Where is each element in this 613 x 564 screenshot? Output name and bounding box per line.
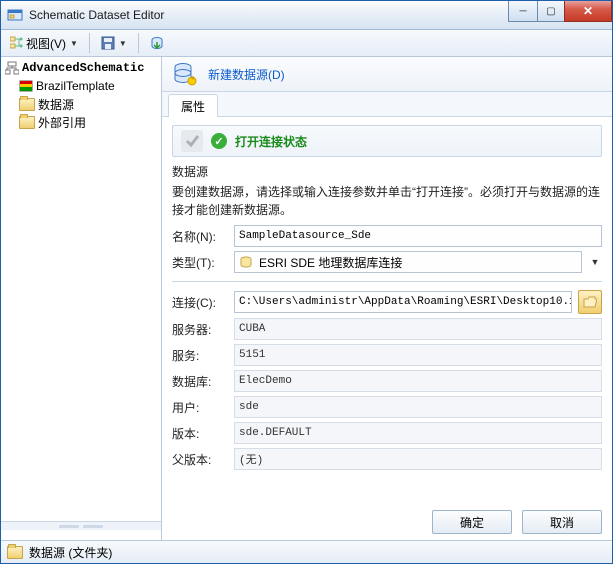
properties-panel: ✓ 打开连接状态 数据源 要创建数据源，请选择或输入连接参数并单击“打开连接”。…	[162, 117, 612, 540]
folder-icon	[19, 98, 35, 111]
sde-icon	[239, 255, 253, 269]
tree-item-template[interactable]: BrazilTemplate	[1, 77, 161, 95]
row-user: 用户: sde	[172, 396, 602, 418]
checkmark-bg	[181, 130, 203, 152]
folder-icon	[19, 116, 35, 129]
view-menu-label: 视图(V)	[26, 35, 66, 52]
status-text: 打开连接状态	[235, 133, 307, 150]
tree-root-label: AdvancedSchematic	[22, 61, 144, 75]
folder-icon	[7, 546, 23, 559]
row-name: 名称(N): SampleDatasource_Sde	[172, 225, 602, 247]
tree-item-label: 外部引用	[38, 114, 86, 131]
title-bar: Schematic Dataset Editor ─ ▢ ✕	[1, 1, 612, 30]
row-version: 版本: sde.DEFAULT	[172, 422, 602, 444]
label-service: 服务:	[172, 347, 228, 364]
description: 数据源 要创建数据源，请选择或输入连接参数并单击“打开连接”。必须打开与数据源的…	[172, 163, 602, 219]
app-window: Schematic Dataset Editor ─ ▢ ✕ 视图(V) ▼ ▼…	[0, 0, 613, 564]
value-parent: (无)	[234, 448, 602, 470]
label-type: 类型(T):	[172, 254, 228, 271]
label-server: 服务器:	[172, 321, 228, 338]
label-conn: 连接(C):	[172, 294, 228, 311]
minimize-button[interactable]: ─	[508, 1, 538, 22]
row-parent: 父版本: (无)	[172, 448, 602, 470]
close-button[interactable]: ✕	[564, 1, 612, 22]
folder-open-icon	[583, 296, 597, 308]
window-controls: ─ ▢ ✕	[509, 1, 612, 21]
save-button[interactable]: ▼	[96, 31, 132, 55]
value-db: ElecDemo	[234, 370, 602, 392]
value-server: CUBA	[234, 318, 602, 340]
schematic-icon	[5, 61, 19, 75]
tree-panel: AdvancedSchematic BrazilTemplate 数据源 外部引…	[1, 57, 162, 540]
browse-button[interactable]	[578, 290, 602, 314]
new-datasource-link[interactable]: 新建数据源(D)	[208, 66, 285, 83]
cancel-button[interactable]: 取消	[522, 510, 602, 534]
value-version: sde.DEFAULT	[234, 422, 602, 444]
chevron-down-icon: ▼	[119, 39, 127, 48]
main-panel: 新建数据源(D) 属性 ✓ 打开连接状态 数据源 要创建数据源，请选择或输入连接…	[162, 57, 612, 540]
connection-status: ✓ 打开连接状态	[172, 125, 602, 157]
tab-properties[interactable]: 属性	[168, 94, 218, 117]
statusbar-text: 数据源 (文件夹)	[29, 544, 112, 561]
label-name: 名称(N):	[172, 228, 228, 245]
splitter-handle[interactable]	[1, 521, 161, 530]
row-server: 服务器: CUBA	[172, 318, 602, 340]
status-bar: 数据源 (文件夹)	[1, 540, 612, 563]
tree-item-label: BrazilTemplate	[36, 79, 115, 93]
tree-item-label: 数据源	[38, 96, 74, 113]
main-header: 新建数据源(D)	[162, 57, 612, 92]
view-menu[interactable]: 视图(V) ▼	[5, 31, 83, 55]
tree-root[interactable]: AdvancedSchematic	[1, 59, 161, 77]
divider	[172, 281, 602, 282]
row-conn: 连接(C): C:\Users\administr\AppData\Roamin…	[172, 290, 602, 314]
label-parent: 父版本:	[172, 451, 228, 468]
row-db: 数据库: ElecDemo	[172, 370, 602, 392]
separator	[138, 33, 139, 53]
app-icon	[7, 7, 23, 23]
chevron-down-icon: ▼	[70, 39, 78, 48]
toolbar: 视图(V) ▼ ▼	[1, 30, 612, 57]
input-conn[interactable]: C:\Users\administr\AppData\Roaming\ESRI\…	[234, 291, 572, 313]
template-icon	[19, 79, 33, 93]
form: 名称(N): SampleDatasource_Sde 类型(T): ESRI …	[172, 225, 602, 470]
tree-view-icon	[10, 36, 24, 50]
chevron-down-icon[interactable]: ▼	[588, 257, 602, 267]
combo-type[interactable]: ESRI SDE 地理数据库连接	[234, 251, 582, 273]
separator	[89, 33, 90, 53]
label-user: 用户:	[172, 399, 228, 416]
import-icon	[150, 36, 164, 50]
maximize-button[interactable]: ▢	[537, 1, 565, 22]
window-title: Schematic Dataset Editor	[29, 8, 509, 22]
tree-item-datasource[interactable]: 数据源	[1, 95, 161, 113]
value-service: 5151	[234, 344, 602, 366]
body: AdvancedSchematic BrazilTemplate 数据源 外部引…	[1, 57, 612, 540]
desc-header: 数据源	[172, 163, 602, 181]
row-service: 服务: 5151	[172, 344, 602, 366]
label-version: 版本:	[172, 425, 228, 442]
save-icon	[101, 36, 115, 50]
tree-item-external[interactable]: 外部引用	[1, 113, 161, 131]
tab-label: 属性	[181, 98, 205, 115]
value-user: sde	[234, 396, 602, 418]
ok-button[interactable]: 确定	[432, 510, 512, 534]
desc-body: 要创建数据源，请选择或输入连接参数并单击“打开连接”。必须打开与数据源的连接才能…	[172, 185, 600, 217]
check-grey-icon	[183, 132, 201, 150]
input-name[interactable]: SampleDatasource_Sde	[234, 225, 602, 247]
row-type: 类型(T): ESRI SDE 地理数据库连接 ▼	[172, 251, 602, 273]
import-button[interactable]	[145, 31, 169, 55]
tab-bar: 属性	[162, 92, 612, 117]
success-icon: ✓	[211, 133, 227, 149]
datasource-icon	[172, 61, 198, 87]
label-db: 数据库:	[172, 373, 228, 390]
button-row: 确定 取消	[172, 506, 602, 534]
